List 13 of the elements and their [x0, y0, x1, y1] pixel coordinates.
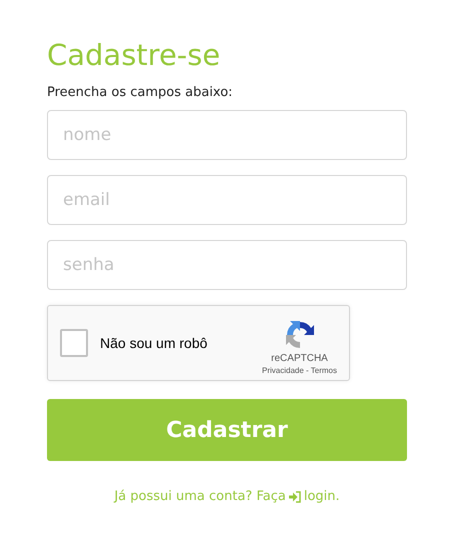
- input-field[interactable]: nome: [47, 110, 407, 160]
- page-title: Cadastre-se: [47, 37, 222, 73]
- input-field[interactable]: senha: [47, 240, 407, 290]
- captcha-label: Não sou um robô: [100, 335, 208, 351]
- captcha-checkbox[interactable]: [60, 329, 88, 357]
- captcha-brand: reCAPTCHA: [271, 353, 328, 364]
- submit-button[interactable]: Cadastrar: [47, 399, 407, 461]
- sign-in-icon: [288, 490, 301, 502]
- login-link[interactable]: Já possui uma conta? Faça login.: [114, 489, 340, 504]
- input-field[interactable]: email: [47, 175, 407, 225]
- instructions-text: Preencha os campos abaixo:: [47, 85, 234, 100]
- recaptcha-icon: [284, 319, 316, 351]
- captcha-footer-links[interactable]: Privacidade - Termos: [262, 366, 337, 375]
